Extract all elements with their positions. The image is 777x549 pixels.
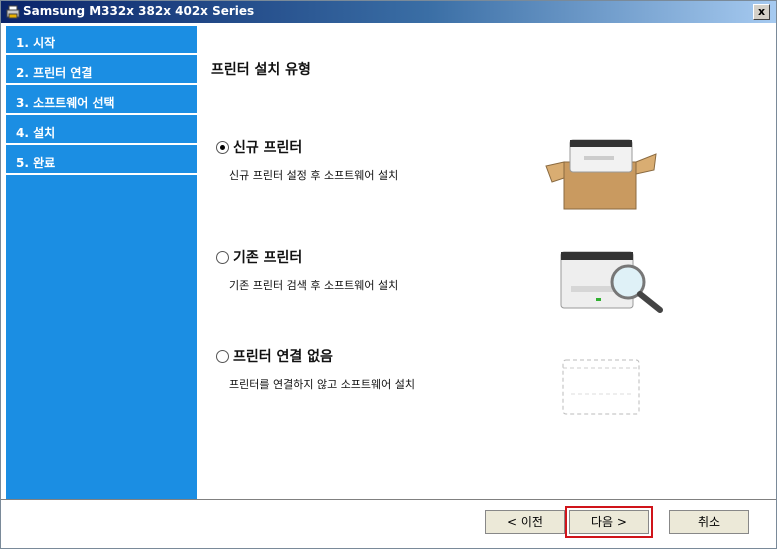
option-desc-no-printer: 프린터를 연결하지 않고 소프트웨어 설치 <box>229 378 416 391</box>
page-title: 프린터 설치 유형 <box>211 62 311 78</box>
app-icon <box>6 5 20 19</box>
printer-box-icon <box>545 139 657 210</box>
option-title-existing-printer[interactable]: 기존 프린터 <box>233 247 302 267</box>
sidebar-step-install: 4. 설치 <box>6 116 197 145</box>
sidebar-step-complete: 5. 완료 <box>6 146 197 175</box>
sidebar-step-start: 1. 시작 <box>6 26 197 55</box>
sidebar-step-software: 3. 소프트웨어 선택 <box>6 86 197 115</box>
step-sidebar: 1. 시작 2. 프린터 연결 3. 소프트웨어 선택 4. 설치 5. 완료 <box>6 26 197 499</box>
sidebar-step-label: 1. 시작 <box>16 36 56 50</box>
sidebar-step-label: 4. 설치 <box>16 126 56 140</box>
installer-window: Samsung M332x 382x 402x Series x 1. 시작 2… <box>0 0 777 549</box>
radio-new-printer[interactable] <box>216 141 229 154</box>
sidebar-step-label: 2. 프린터 연결 <box>16 66 93 80</box>
sidebar-step-label: 5. 완료 <box>16 156 56 170</box>
title-bar: Samsung M332x 382x 402x Series x <box>1 1 776 23</box>
printer-outline-icon <box>562 359 640 415</box>
option-title-no-printer[interactable]: 프린터 연결 없음 <box>233 346 333 366</box>
back-button[interactable]: < 이전 <box>485 510 565 534</box>
sidebar-step-label: 3. 소프트웨어 선택 <box>16 96 115 110</box>
next-button[interactable]: 다음 > <box>565 506 653 538</box>
main-content: 프린터 설치 유형 신규 프린터 신규 프린터 설정 후 소프트웨어 설치 기존… <box>201 26 776 498</box>
footer-divider <box>1 499 776 500</box>
cancel-button[interactable]: 취소 <box>669 510 749 534</box>
radio-no-printer[interactable] <box>216 350 229 363</box>
option-desc-new-printer: 신규 프린터 설정 후 소프트웨어 설치 <box>229 169 399 182</box>
printer-search-icon <box>560 251 663 313</box>
option-title-new-printer[interactable]: 신규 프린터 <box>233 137 302 157</box>
radio-existing-printer[interactable] <box>216 251 229 264</box>
sidebar-step-connect: 2. 프린터 연결 <box>6 56 197 85</box>
window-title: Samsung M332x 382x 402x Series <box>23 4 255 18</box>
close-button[interactable]: x <box>753 4 770 20</box>
option-desc-existing-printer: 기존 프린터 검색 후 소프트웨어 설치 <box>229 279 399 292</box>
